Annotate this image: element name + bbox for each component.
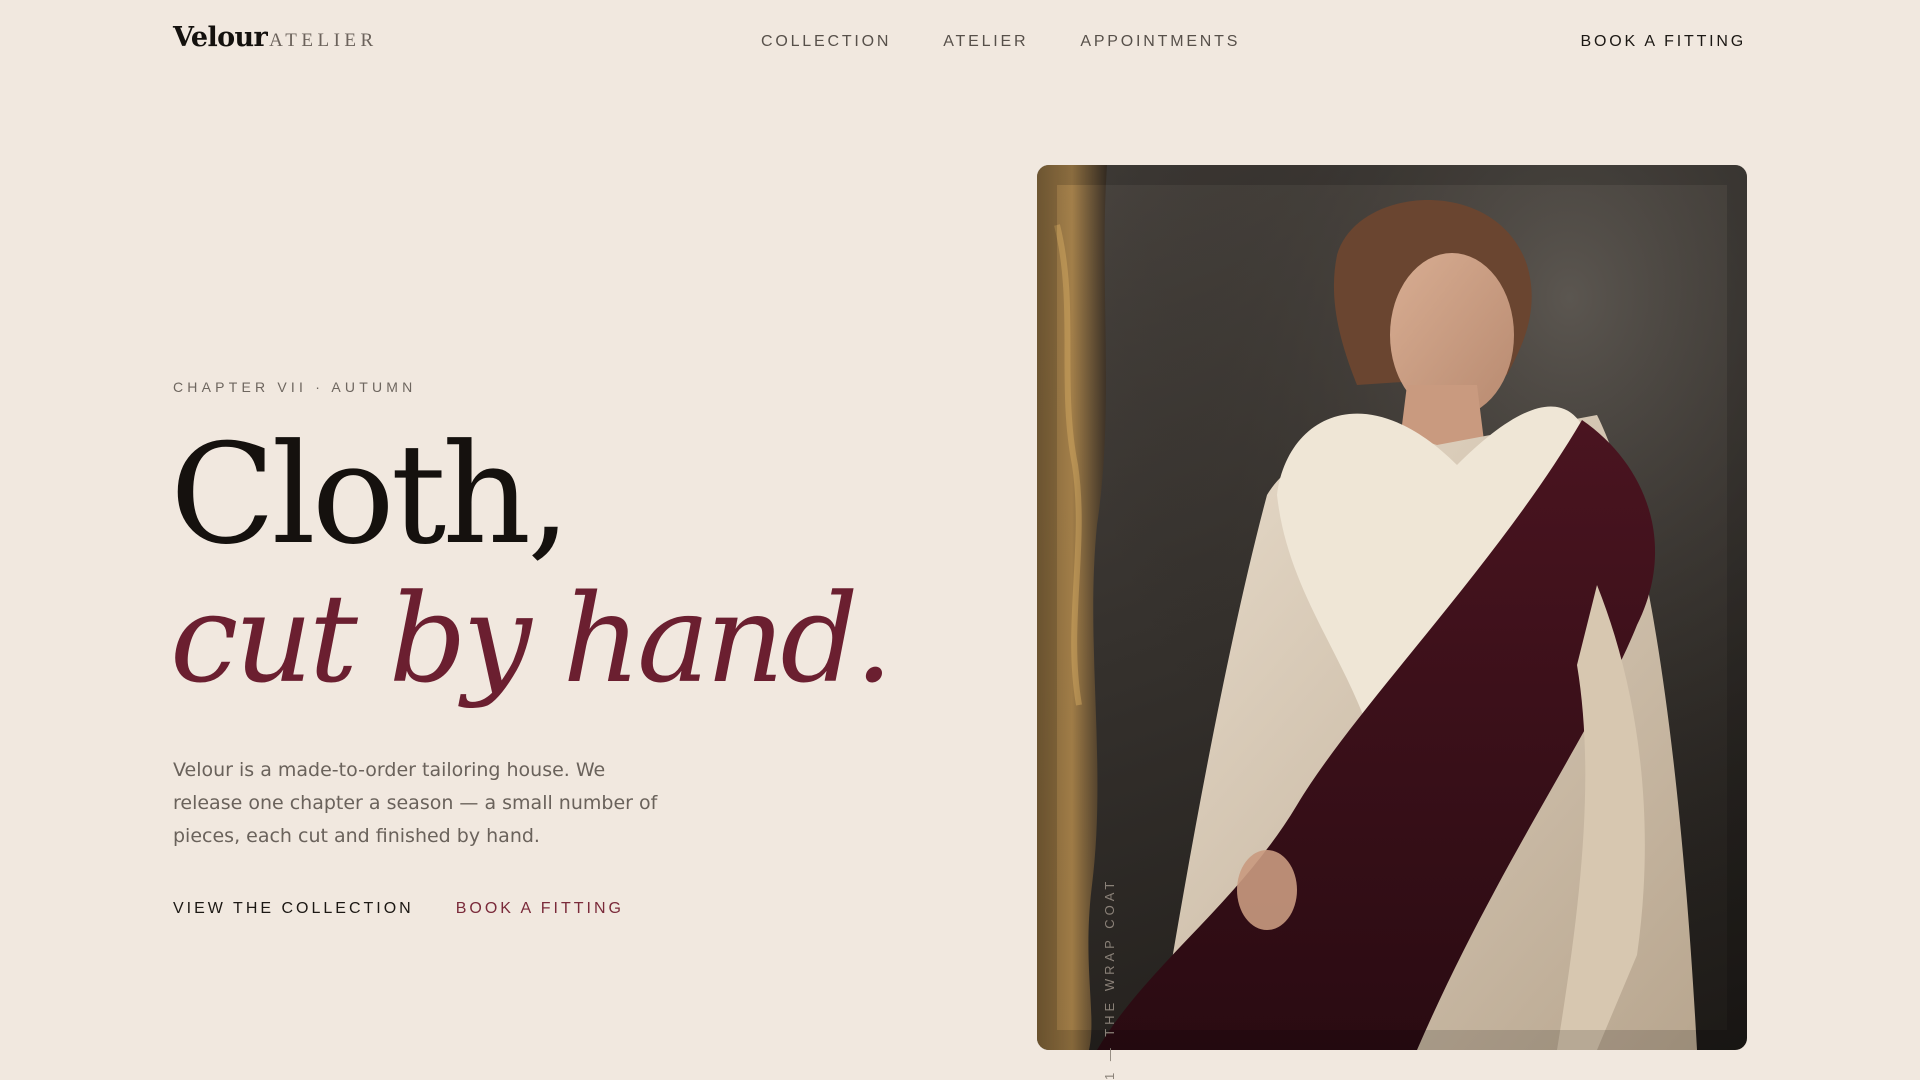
- main-nav: COLLECTION ATELIER APPOINTMENTS: [761, 33, 1240, 51]
- hero-headline: Cloth, cut by hand.: [170, 414, 893, 711]
- hero-photo: [1037, 165, 1747, 1050]
- nav-item-appointments[interactable]: APPOINTMENTS: [1080, 33, 1240, 51]
- headline-line-1: Cloth,: [170, 414, 571, 575]
- nav-item-atelier[interactable]: ATELIER: [943, 33, 1028, 51]
- hero-description: Velour is a made-to-order tailoring hous…: [173, 759, 658, 847]
- hero-cta-group: VIEW THE COLLECTION BOOK A FITTING: [173, 900, 624, 918]
- chapter-eyebrow: CHAPTER VII · AUTUMN: [173, 379, 417, 395]
- brand-logo[interactable]: Velour ATELIER: [173, 22, 378, 53]
- book-fitting-nav-link[interactable]: BOOK A FITTING: [1581, 33, 1746, 51]
- headline-line-2: cut by hand.: [170, 568, 893, 710]
- image-caption: 1 — THE WRAP COAT: [1102, 877, 1117, 1080]
- brand-name: Velour: [173, 22, 268, 53]
- view-collection-link[interactable]: VIEW THE COLLECTION: [173, 900, 414, 918]
- nav-item-collection[interactable]: COLLECTION: [761, 33, 891, 51]
- brand-suffix: ATELIER: [269, 30, 378, 51]
- book-fitting-link[interactable]: BOOK A FITTING: [456, 900, 624, 918]
